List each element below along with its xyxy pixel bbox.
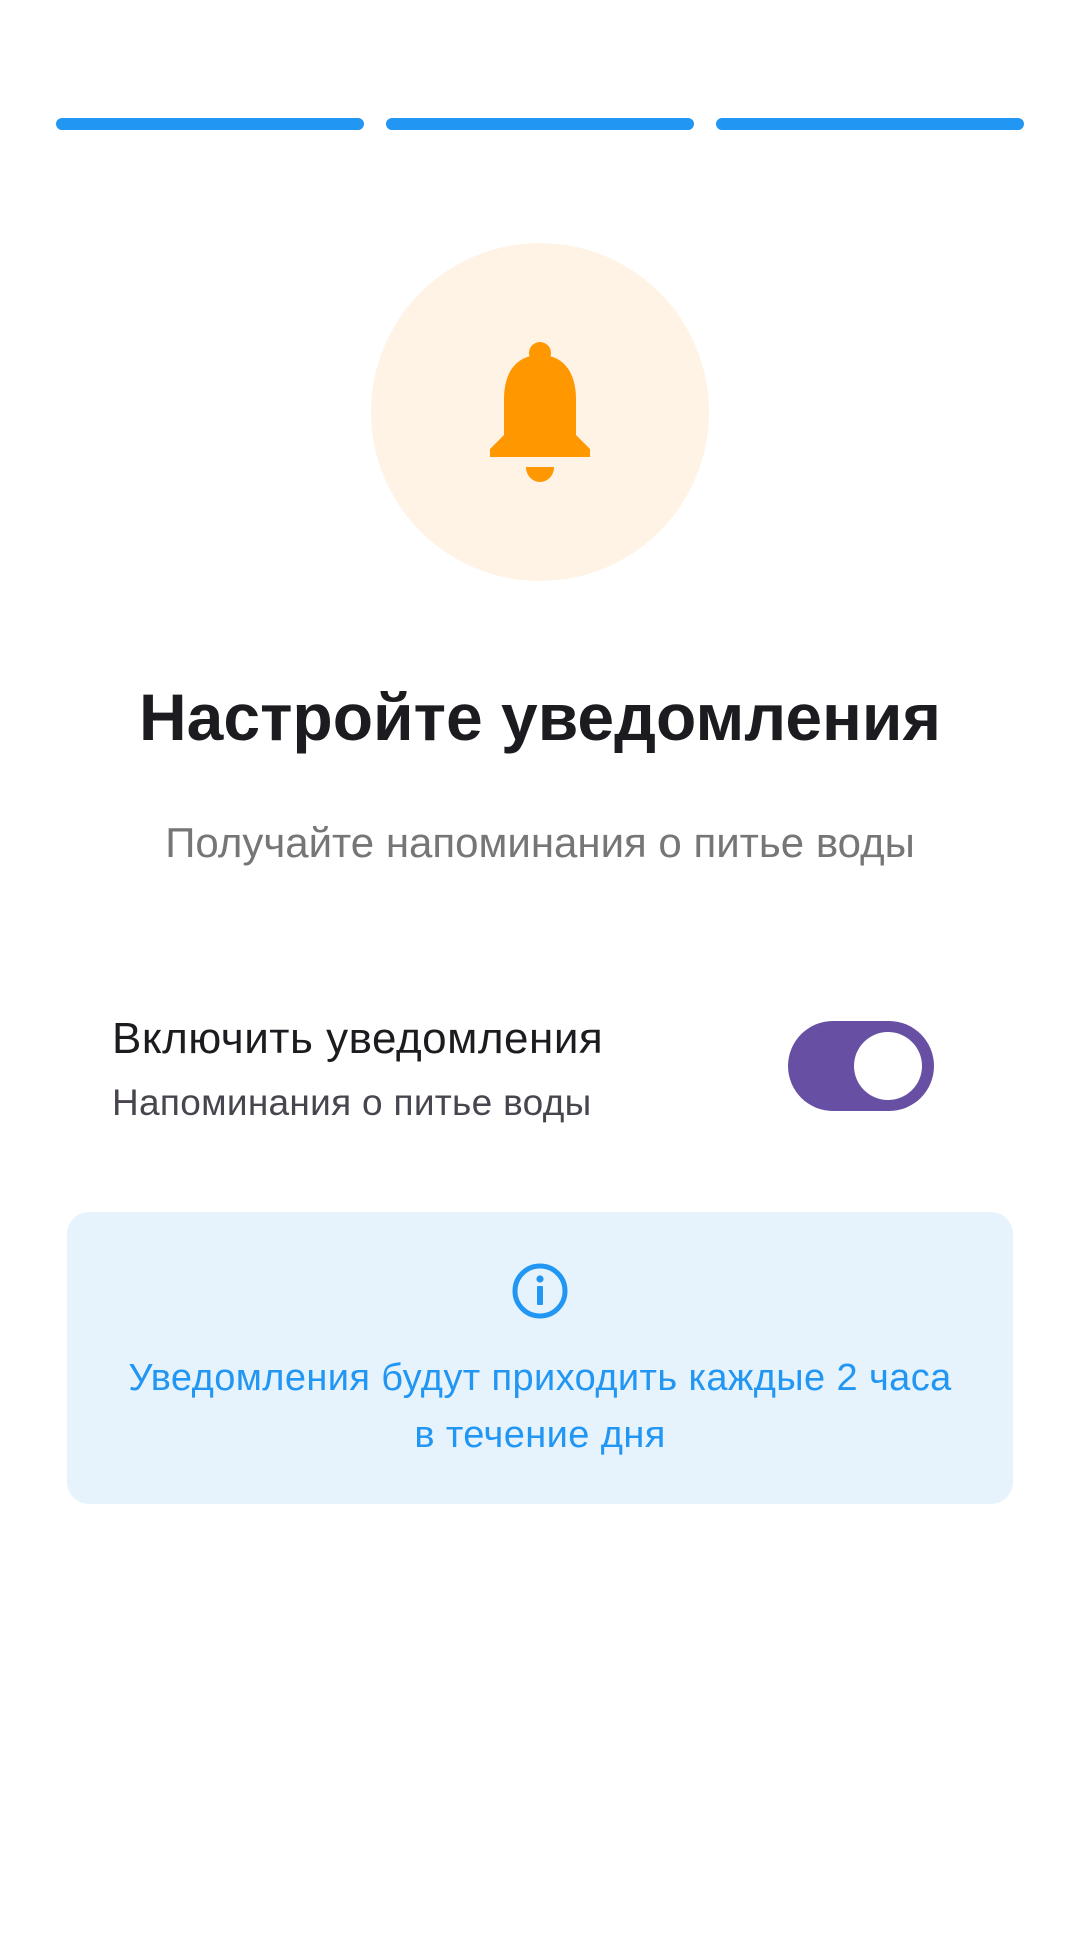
info-text: Уведомления будут приходить каждые 2 час… xyxy=(128,1357,952,1456)
bell-icon xyxy=(490,342,590,482)
bell-icon-circle xyxy=(371,243,709,581)
page-subtitle: Получайте напоминания о питье воды xyxy=(165,819,915,866)
switch-sublabel: Напоминания о питье воды xyxy=(112,1082,592,1123)
progress-indicator xyxy=(56,118,1024,130)
info-icon xyxy=(511,1262,569,1320)
switch-label: Включить уведомления xyxy=(112,1014,604,1063)
onboarding-notifications-screen: Настройте уведомления Получайте напомина… xyxy=(0,0,1080,1949)
notifications-toggle[interactable] xyxy=(788,1021,934,1111)
progress-step-1 xyxy=(56,118,364,130)
progress-step-3 xyxy=(716,118,1024,130)
info-card: Уведомления будут приходить каждые 2 час… xyxy=(67,1212,1013,1504)
progress-step-2 xyxy=(386,118,694,130)
page-title: Настройте уведомления xyxy=(139,680,941,754)
notifications-switch-row[interactable]: Включить уведомления Напоминания о питье… xyxy=(112,1005,938,1135)
toggle-thumb xyxy=(854,1032,922,1100)
